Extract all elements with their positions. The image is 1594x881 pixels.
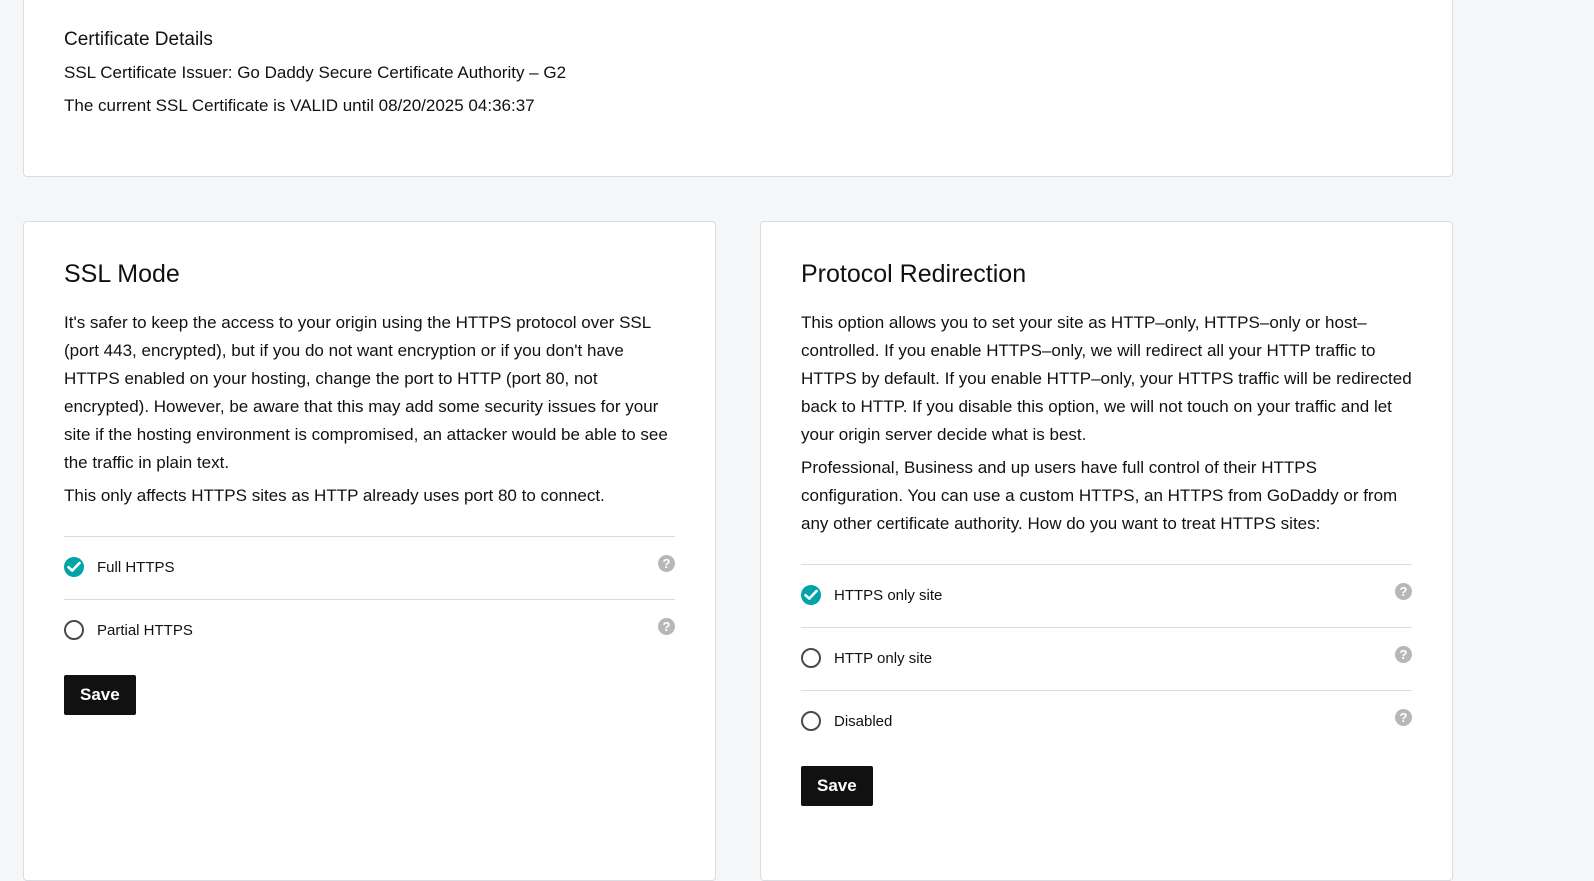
option-label: Disabled — [834, 713, 893, 730]
radio-unselected-icon[interactable] — [64, 620, 84, 640]
protocol-redirection-description: This option allows you to set your site … — [801, 313, 1412, 444]
option-label: HTTPS only site — [834, 587, 943, 604]
radio-selected-icon[interactable] — [64, 557, 84, 577]
ssl-mode-save-button[interactable]: Save — [64, 675, 136, 715]
option-label: HTTP only site — [834, 650, 933, 667]
option-full-https[interactable]: Full HTTPS ? — [64, 537, 675, 600]
protocol-redirection-card: Protocol Redirection This option allows … — [760, 221, 1453, 881]
help-icon[interactable]: ? — [658, 618, 675, 635]
option-label: Full HTTPS — [97, 559, 175, 576]
option-partial-https[interactable]: Partial HTTPS ? — [64, 600, 675, 663]
protocol-redirection-title: Protocol Redirection — [801, 260, 1027, 288]
protocol-redirection-options: HTTPS only site ? HTTP only site ? Disab… — [801, 564, 1412, 754]
help-icon[interactable]: ? — [658, 555, 675, 572]
help-icon[interactable]: ? — [1395, 709, 1412, 726]
option-disabled[interactable]: Disabled ? — [801, 691, 1412, 754]
certificate-validity: The current SSL Certificate is VALID unt… — [64, 96, 535, 115]
option-http-only[interactable]: HTTP only site ? — [801, 628, 1412, 691]
ssl-mode-card: SSL Mode It's safer to keep the access t… — [23, 221, 716, 881]
ssl-mode-options: Full HTTPS ? Partial HTTPS ? — [64, 536, 675, 663]
radio-unselected-icon[interactable] — [801, 711, 821, 731]
protocol-redirection-save-button[interactable]: Save — [801, 766, 873, 806]
help-icon[interactable]: ? — [1395, 646, 1412, 663]
certificate-details-card: Certificate Details SSL Certificate Issu… — [23, 0, 1453, 177]
radio-unselected-icon[interactable] — [801, 648, 821, 668]
option-label: Partial HTTPS — [97, 622, 193, 639]
ssl-mode-description: It's safer to keep the access to your or… — [64, 313, 668, 472]
radio-selected-icon[interactable] — [801, 585, 821, 605]
ssl-mode-note: This only affects HTTPS sites as HTTP al… — [64, 486, 605, 505]
ssl-mode-title: SSL Mode — [64, 260, 180, 288]
certificate-issuer: SSL Certificate Issuer: Go Daddy Secure … — [64, 63, 567, 82]
protocol-redirection-note: Professional, Business and up users have… — [801, 458, 1398, 533]
help-icon[interactable]: ? — [1395, 583, 1412, 600]
certificate-details-title: Certificate Details — [64, 29, 213, 50]
option-https-only[interactable]: HTTPS only site ? — [801, 565, 1412, 628]
